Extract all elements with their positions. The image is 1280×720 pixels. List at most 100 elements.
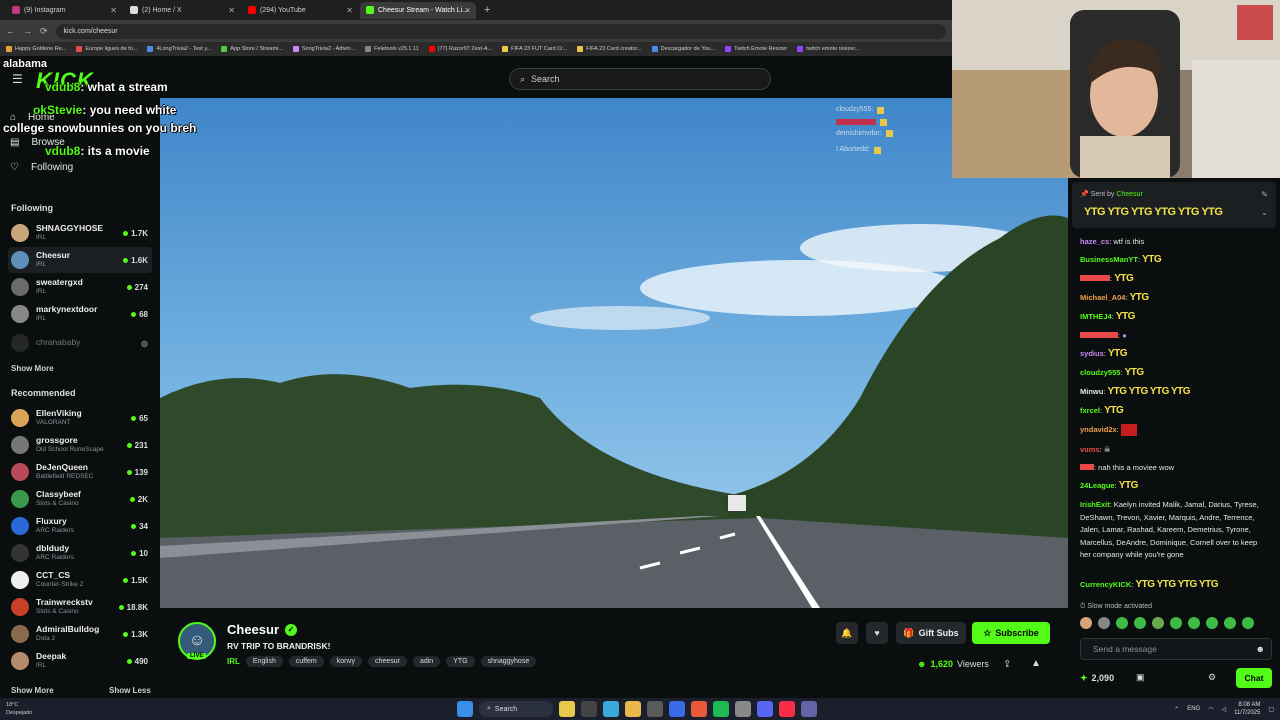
tab-x[interactable]: (2) Home / X ✕ [124,2,240,19]
gift-icon[interactable]: ▣ [1136,672,1145,683]
taskbar-search[interactable]: ⌕ Search [479,701,553,717]
emote-icon[interactable] [1098,617,1110,629]
new-tab-button[interactable]: + [478,4,496,16]
task-view-icon[interactable] [581,701,597,717]
gift-subs-button[interactable]: 🎁 Gift Subs [896,622,966,644]
streamer-name[interactable]: Cheesur ✓ [227,622,298,637]
tag[interactable]: English [245,656,283,667]
widgets-icon[interactable] [559,701,575,717]
tag[interactable]: YTG [446,656,475,667]
tag[interactable]: konvy [329,656,363,667]
tag[interactable]: cuffem [288,656,324,667]
sidebar-channel[interactable]: Trainwreckstv Slots & Casino 18.8K [8,594,152,620]
discord-icon[interactable] [757,701,773,717]
close-icon[interactable]: ✕ [346,6,353,15]
emote-icon[interactable] [1134,617,1146,629]
tab-kick[interactable]: Cheesur Stream - Watch Li... ✕ [360,1,476,19]
bookmark[interactable]: Twitch Emote Resizer [725,46,787,52]
bookmark[interactable]: FIFA 23 FUT Card Cr... [502,46,567,52]
sidebar-channel[interactable]: DeJenQueen Battlefield REDSEC 139 [8,459,152,485]
menu-icon[interactable]: ☰ [12,72,23,86]
nav-following[interactable]: ♡ Following [10,162,73,173]
bookmark[interactable]: 4LongTrivia2 - Test y... [147,46,211,52]
show-more-following[interactable]: Show More [11,364,54,373]
tag[interactable]: cheesur [368,656,407,667]
emote-icon[interactable] [1206,617,1218,629]
store-icon[interactable] [647,701,663,717]
bookmark[interactable]: SongTrivia2 - Adivin... [292,46,355,52]
notification-bell-button[interactable]: 🔔 [836,622,858,644]
close-icon[interactable]: ✕ [464,6,471,15]
chevron-down-icon[interactable]: ⌄ [1261,208,1268,217]
video-player[interactable]: cloudzy555: demishimvrbn: I Abortedd: [160,98,1068,608]
reload-icon[interactable]: ⟳ [40,26,48,37]
show-more-recommended[interactable]: Show More [11,686,54,695]
bookmark[interactable]: Happy Goldene Re... [6,46,66,52]
url-field[interactable]: kick.com/cheesur [55,23,946,39]
bookmark[interactable]: Europe ligues de fo... [76,46,137,52]
spotify-icon[interactable] [713,701,729,717]
sidebar-channel[interactable]: grossgore Old School RuneScape 231 [8,432,152,458]
bookmark[interactable]: FIFA 23 Card creator... [577,46,642,52]
file-explorer-icon[interactable] [625,701,641,717]
sidebar-channel[interactable]: markynextdoor IRL 68 [8,301,152,327]
weather-widget[interactable]: 18°C Despejado [6,701,32,717]
tab-youtube[interactable]: (294) YouTube ✕ [242,2,358,19]
gear-icon[interactable]: ⚙ [1208,672,1216,683]
volume-icon[interactable]: ◁ [1221,706,1226,713]
report-icon[interactable]: ▲ [1031,658,1041,669]
chevron-up-icon[interactable]: ⌃ [1174,706,1179,713]
wifi-icon[interactable]: ◠ [1208,706,1213,713]
bookmark[interactable]: (77) Razor97 Zest-A... [428,46,492,52]
sidebar-channel[interactable]: CCT_CS Counter-Strike 2 1.5K [8,567,152,593]
emote-icon[interactable] [1242,617,1254,629]
edge-icon[interactable] [603,701,619,717]
emote-icon[interactable] [1116,617,1128,629]
channel-points[interactable]: ✦ 2,090 [1080,673,1114,684]
emote-icon[interactable] [1188,617,1200,629]
windows-start-icon[interactable] [457,701,473,717]
back-icon[interactable]: ← [6,26,15,36]
tab-instagram[interactable]: (9) Instagram ✕ [6,2,122,19]
emote-icon[interactable] [1170,617,1182,629]
pinned-message[interactable]: 📌 Sent by Cheesur YTG YTG YTG YTG YTG YT… [1072,182,1276,228]
close-icon[interactable]: ✕ [110,6,117,15]
emoji-icon[interactable]: ☻ [1256,644,1265,654]
search-input[interactable]: ⌕ Search [509,68,771,90]
follow-button[interactable]: ♥ [866,622,888,644]
sidebar-channel[interactable]: Classybeef Slots & Casino 2K [8,486,152,512]
bookmark[interactable]: twitch emote resizer... [797,46,859,52]
teams-icon[interactable] [801,701,817,717]
sidebar-channel[interactable]: Fluxury ARC Raiders 34 [8,513,152,539]
share-icon[interactable]: ⇪ [1003,659,1011,670]
sidebar-channel[interactable]: AdmiralBulldog Dota 2 1.3K [8,621,152,647]
emote-icon[interactable] [1224,617,1236,629]
mail-icon[interactable] [669,701,685,717]
emote-icon[interactable] [1152,617,1164,629]
show-less-recommended[interactable]: Show Less [109,686,151,695]
sidebar-channel[interactable]: Deepak IRL 490 [8,648,152,674]
bookmark[interactable]: App Store / Streami... [221,46,283,52]
chat-send-button[interactable]: Chat [1236,668,1272,688]
category-link[interactable]: IRL [227,657,240,666]
sidebar-channel[interactable]: EllenViking VALORANT 65 [8,405,152,431]
chrome-icon[interactable] [691,701,707,717]
bookmark[interactable]: Descargador de You... [651,46,715,52]
edit-icon[interactable]: ✎ [1261,190,1268,199]
music-icon[interactable] [779,701,795,717]
sidebar-channel[interactable]: sweatergxd IRL 274 [8,274,152,300]
notification-icon[interactable]: ▢ [1268,706,1274,713]
sidebar-channel[interactable]: SHNAGGYHOSE IRL 1.7K [8,220,152,246]
tag[interactable]: shnaggyhose [480,656,537,667]
sidebar-channel-offline[interactable]: chranababy ◍ [8,330,152,356]
emote-icon[interactable] [1080,617,1092,629]
clock[interactable]: 8:08 AM 11/7/2025 [1234,701,1260,717]
close-icon[interactable]: ✕ [228,6,235,15]
obs-icon[interactable] [735,701,751,717]
sidebar-channel[interactable]: Cheesur IRL 1.6K [8,247,152,273]
lang-indicator[interactable]: ENG [1187,706,1200,712]
sidebar-channel[interactable]: dbldudy ARC Raiders 10 [8,540,152,566]
tag[interactable]: adin [412,656,441,667]
subscribe-button[interactable]: ☆ Subscribe [972,622,1050,644]
bookmark[interactable]: Feletools v25.1.11 [365,46,419,52]
